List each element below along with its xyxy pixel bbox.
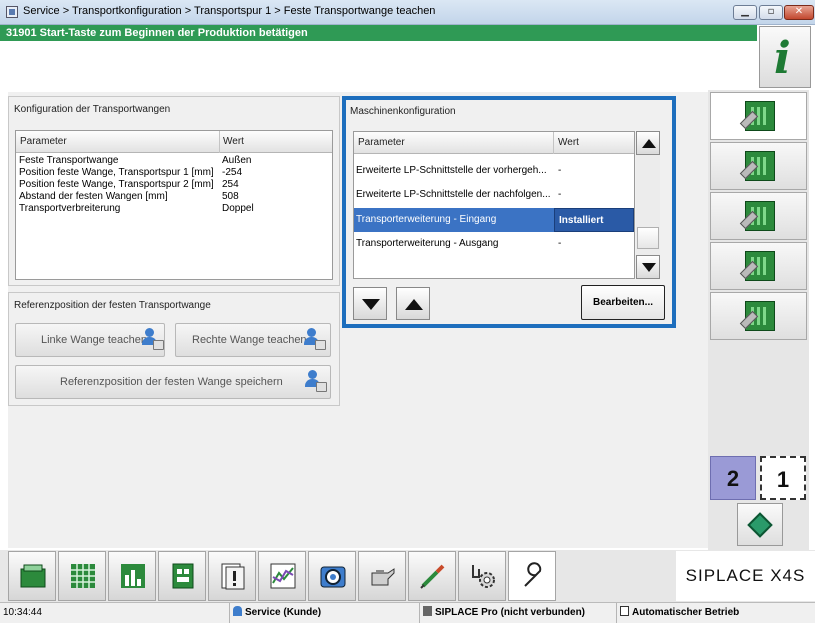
oil-can-icon [371,568,395,586]
camera-icon [320,566,346,588]
sidebar-conveyor-settings[interactable] [710,292,807,340]
statistics-icon [121,564,145,588]
sidebar-conveyor-width[interactable] [710,192,807,240]
group-title: Maschinenkonfiguration [350,106,456,117]
minimize-button[interactable]: ▁ [733,5,757,20]
table-row: Position feste Wange, Transportspur 1 [m… [19,167,243,178]
group-title: Konfiguration der Transportwangen [14,104,171,115]
toolbar-gear-hand[interactable] [458,551,506,601]
table-row: Position feste Wange, Transportspur 2 [m… [19,179,239,190]
header-param: Parameter [20,136,67,147]
status-message-banner: 31901 Start-Taste zum Beginnen der Produ… [0,25,757,41]
status-time: 10:34:44 [0,603,230,623]
production-icon [20,564,46,588]
table-row[interactable]: Erweiterte LP-Schnittstelle der nachfolg… [354,183,634,207]
triangle-down-icon [642,263,656,272]
table-row[interactable]: Transporterweiterung - Ausgang - [354,232,634,256]
conveyor-settings-icon [745,301,775,331]
table-scrollbar[interactable] [636,131,660,279]
status-connection: SIPLACE Pro (nicht verbunden) [420,603,617,623]
toolbar-statistics[interactable] [108,551,156,601]
station-1-button[interactable]: 1 [760,456,806,500]
gear-hand-icon [472,565,495,588]
info-button[interactable]: i [759,26,811,88]
header-value: Wert [558,137,579,148]
teach-left-rail-button[interactable]: Linke Wange teachen [15,323,165,357]
conveyor-adjust-icon [745,251,775,281]
save-reference-button[interactable]: Referenzposition der festen Wange speich… [15,365,331,399]
feeder-grid-icon [71,564,95,588]
toolbar-feeder-grid[interactable] [58,551,106,601]
connection-icon [423,606,432,616]
app-icon [6,6,18,18]
edit-button[interactable]: Bearbeiten... [581,285,665,320]
table-header: Parameter Wert [16,131,332,153]
teach-right-rail-button[interactable]: Rechte Wange teachen [175,323,331,357]
station-2-button[interactable]: 2 [710,456,756,500]
user-icon [233,606,242,616]
warning-report-icon [221,563,245,590]
header-param: Parameter [358,137,405,148]
siplace-window: Service > Transportkonfiguration > Trans… [0,0,815,623]
table-row[interactable]: Erweiterte LP-Schnittstelle der vorherge… [354,159,634,183]
main-content: Konfiguration der Transportwangen Parame… [8,92,708,548]
status-mode: Automatischer Betrieb [617,603,815,623]
title-bar: Service > Transportkonfiguration > Trans… [0,0,815,25]
triangle-up-icon [642,139,656,148]
status-bar: 10:34:44 Service (Kunde) SIPLACE Pro (ni… [0,602,815,623]
toolbar-camera[interactable] [308,551,356,601]
table-row-selected[interactable]: Transporterweiterung - Eingang Installie… [354,208,634,232]
navigate-arrow-icon [747,512,773,538]
user-lock-icon [141,328,165,352]
rails-config-table[interactable]: Parameter Wert Feste Transportwange Außen… [15,130,333,280]
transport-config-icon [745,101,775,131]
close-button[interactable]: ✕ [784,5,814,20]
toolbar-oil-can[interactable] [358,551,406,601]
triangle-up-icon [405,299,423,310]
conveyor-board-icon [745,151,775,181]
nozzle-tool-icon [420,564,445,589]
machine-config-table[interactable]: Parameter Wert Erweiterte LP-Schnittstel… [353,131,635,279]
machine-brand-label: SIPLACE X4S [676,551,815,601]
scroll-thumb[interactable] [637,227,659,249]
window-title: Service > Transportkonfiguration > Trans… [23,5,436,17]
user-lock-icon [303,328,327,352]
triangle-down-icon [362,299,380,310]
reference-position-group: Referenzposition der festen Transportwan… [8,292,340,406]
toolbar-nozzle-tool[interactable] [408,551,456,601]
sidebar-transport-config[interactable] [710,92,807,140]
toolbar-service[interactable] [508,551,556,601]
header-value: Wert [223,136,244,147]
status-user: Service (Kunde) [230,603,420,623]
machine-config-group: Maschinenkonfiguration Parameter Wert Er… [342,96,676,328]
maximize-button[interactable]: ▫ [759,5,783,20]
move-up-button[interactable] [396,287,430,320]
chart-trend-icon [270,563,296,589]
sidebar-conveyor-board[interactable] [710,142,807,190]
info-icon: i [774,33,791,84]
table-row: Abstand der festen Wangen [mm] 508 [19,191,239,202]
table-row: Feste Transportwange Außen [19,155,252,166]
mode-icon [620,606,629,616]
transport-rails-config-group: Konfiguration der Transportwangen Parame… [8,96,340,286]
user-lock-icon [304,370,328,394]
board-icon [172,563,194,589]
group-title: Referenzposition der festen Transportwan… [14,300,211,311]
table-row: Transportverbreiterung Doppel [19,203,254,214]
move-down-button[interactable] [353,287,387,320]
toolbar-production[interactable] [8,551,56,601]
scroll-up-button[interactable] [636,131,660,155]
toolbar-warning-report[interactable] [208,551,256,601]
conveyor-width-icon [745,201,775,231]
toolbar-board[interactable] [158,551,206,601]
service-wrench-icon [524,562,542,587]
table-header: Parameter Wert [354,132,634,154]
scroll-down-button[interactable] [636,255,660,279]
sidebar-conveyor-adjust[interactable] [710,242,807,290]
navigate-button[interactable] [737,503,783,546]
toolbar-chart-trend[interactable] [258,551,306,601]
